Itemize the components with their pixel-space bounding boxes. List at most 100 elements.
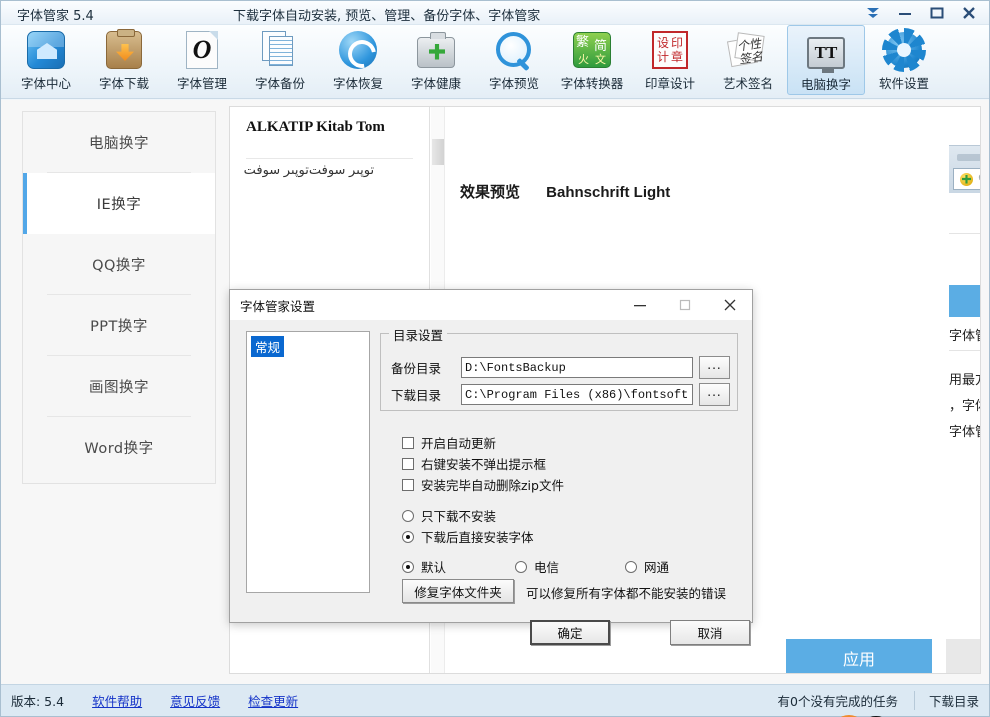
promo-text-line: ，字体转换器，印章设 <box>949 399 980 414</box>
checkbox-delete-zip-after-install[interactable]: 安装完毕自动删除zip文件 <box>402 475 564 494</box>
toolbar-item-computer-font-change[interactable]: TT 电脑换字 <box>787 25 865 95</box>
dialog-category-list[interactable]: 常规 <box>246 331 370 593</box>
radio-label: 只下载不安装 <box>421 509 497 524</box>
promo-text-line: 字体管理等诸多功能 <box>949 329 980 344</box>
toolbar-label: 艺术签名 <box>722 76 773 91</box>
toolbar-label: 字体备份 <box>254 76 305 91</box>
radio-button[interactable] <box>625 560 637 573</box>
help-link[interactable]: 软件帮助 <box>92 691 142 710</box>
radio-network-unicom[interactable]: 网通 <box>625 557 669 576</box>
sidebar-item-word[interactable]: Word换字 <box>23 417 215 478</box>
toolbar-item-font-health[interactable]: 字体健康 <box>397 25 475 95</box>
maximize-icon[interactable] <box>921 2 953 24</box>
toolbar-item-font-converter[interactable]: 繁简火文 字体转换器 <box>553 25 631 95</box>
sidebar-item-label: QQ换字 <box>92 258 146 274</box>
toolbar-item-font-preview[interactable]: 字体预览 <box>475 25 553 95</box>
toolbar-label: 软件设置 <box>878 76 929 91</box>
radio-network-telecom[interactable]: 电信 <box>515 557 559 576</box>
preview-header: 效果预览 Bahnschrift Light <box>460 181 670 202</box>
status-bar-right: 有0个没有完成的任务 下载目录 <box>778 691 989 710</box>
dialog-close-icon[interactable] <box>707 290 752 321</box>
sidebar-item-label: Word换字 <box>84 441 154 457</box>
minimize-icon[interactable] <box>889 2 921 24</box>
toolbar-item-font-backup[interactable]: 字体备份 <box>241 25 319 95</box>
sidebar: 电脑换字 IE换字 QQ换字 PPT换字 画图换字 Word换字 <box>22 111 216 484</box>
apply-button[interactable]: 应用 <box>786 639 932 673</box>
download-dir-input[interactable] <box>461 384 693 405</box>
sidebar-item-computer[interactable]: 电脑换字 <box>23 112 215 173</box>
preview-font-name: Bahnschrift Light <box>546 184 671 201</box>
sidebar-item-ppt[interactable]: PPT换字 <box>23 295 215 356</box>
traditional-simplified-icon: 繁简火文 <box>571 29 613 71</box>
radio-label: 网通 <box>644 560 670 575</box>
restore-default-button[interactable]: 恢复默认 <box>946 639 980 673</box>
feedback-link[interactable]: 意见反馈 <box>170 691 220 710</box>
sidebar-item-qq[interactable]: QQ换字 <box>23 234 215 295</box>
sidebar-item-ie[interactable]: IE换字 <box>23 173 215 234</box>
checkbox-box[interactable] <box>402 436 414 449</box>
download-dir-label: 下载目录 <box>391 388 442 403</box>
repair-font-folder-button[interactable]: 修复字体文件夹 <box>402 579 514 603</box>
toolbar-item-font-download[interactable]: 字体下载 <box>85 25 163 95</box>
promo-highlight-bar <box>949 285 980 317</box>
download-icon <box>103 29 145 71</box>
checkbox-auto-update[interactable]: 开启自动更新 <box>402 433 496 452</box>
ok-button[interactable]: 确定 <box>530 620 610 645</box>
radio-download-only[interactable]: 只下载不安装 <box>402 506 496 525</box>
check-update-link[interactable]: 检查更新 <box>248 691 298 710</box>
body-area: 电脑换字 IE换字 QQ换字 PPT换字 画图换字 Word换字 ALKATIP… <box>1 100 989 685</box>
sidebar-item-label: PPT换字 <box>90 319 148 335</box>
download-dir-browse-button[interactable]: ... <box>699 383 730 406</box>
ie-address-bar[interactable]: 🔍 ▾ ⟳ ✕ <box>953 168 980 190</box>
backup-dir-input[interactable] <box>461 357 693 378</box>
toolbar-item-seal-design[interactable]: 设印计章 印章设计 <box>631 25 709 95</box>
toolbar-item-font-center[interactable]: 字体中心 <box>7 25 85 95</box>
dialog-body: 常规 目录设置 备份目录 ... 下载目录 ... <box>230 321 752 645</box>
scrollbar-thumb[interactable] <box>432 139 444 165</box>
seal-stamp-icon: 设印计章 <box>649 29 691 71</box>
dialog-title-bar: 字体管家设置 <box>230 290 752 321</box>
toolbar-label: 字体管理 <box>176 76 227 91</box>
checkbox-box[interactable] <box>402 478 414 491</box>
home-icon <box>25 29 67 71</box>
download-dir-link[interactable]: 下载目录 <box>913 691 979 710</box>
addon-icon <box>960 172 973 186</box>
toolbar-item-software-settings[interactable]: 软件设置 <box>865 25 943 95</box>
radio-network-default[interactable]: 默认 <box>402 557 446 576</box>
radio-install-after-download[interactable]: 下载后直接安装字体 <box>402 527 534 546</box>
close-icon[interactable] <box>953 2 985 24</box>
checkbox-box[interactable] <box>402 457 414 470</box>
checkbox-label: 安装完毕自动删除zip文件 <box>421 478 564 493</box>
cancel-button[interactable]: 取消 <box>670 620 750 645</box>
radio-button[interactable] <box>402 560 414 573</box>
search-icon[interactable]: 🔍 <box>978 173 980 186</box>
download-dir-row: 下载目录 ... <box>391 383 730 406</box>
dialog-minimize-icon[interactable] <box>617 290 662 321</box>
toolbar-item-font-manage[interactable]: O 字体管理 <box>163 25 241 95</box>
monitor-tt-icon: TT <box>805 30 847 73</box>
radio-label: 下载后直接安装字体 <box>421 530 534 545</box>
radio-button[interactable] <box>402 530 414 543</box>
sidebar-item-label: 画图换字 <box>89 380 149 396</box>
sidebar-item-label: 电脑换字 <box>89 136 149 152</box>
category-item-general[interactable]: 常规 <box>251 336 285 357</box>
checkbox-label: 开启自动更新 <box>421 436 497 451</box>
dropdown-icon[interactable] <box>857 2 889 24</box>
arabic-sample-text: توپىر سوفت ‏‎‏‎‏ توپىر سوفت <box>240 162 378 177</box>
copy-pages-icon <box>259 29 301 71</box>
backup-dir-row: 备份目录 ... <box>391 356 730 379</box>
backup-dir-browse-button[interactable]: ... <box>699 356 730 379</box>
checkbox-no-prompt-on-rightclick-install[interactable]: 右键安装不弹出提示框 <box>402 454 546 473</box>
preview-label: 效果预览 <box>460 183 521 201</box>
toolbar-item-font-restore[interactable]: 字体恢复 <box>319 25 397 95</box>
checkbox-label: 右键安装不弹出提示框 <box>421 457 547 472</box>
font-preview-title: ALKATIP Kitab Tom <box>246 119 385 135</box>
window-controls <box>857 1 985 25</box>
dialog-maximize-icon <box>662 290 707 321</box>
toolbar-item-art-signature[interactable]: 个性 签名 艺术签名 <box>709 25 787 95</box>
toolbar-label: 印章设计 <box>644 76 695 91</box>
sidebar-item-paint[interactable]: 画图换字 <box>23 356 215 417</box>
toolbar-label: 电脑换字 <box>800 77 851 92</box>
radio-button[interactable] <box>515 560 527 573</box>
radio-button[interactable] <box>402 509 414 522</box>
